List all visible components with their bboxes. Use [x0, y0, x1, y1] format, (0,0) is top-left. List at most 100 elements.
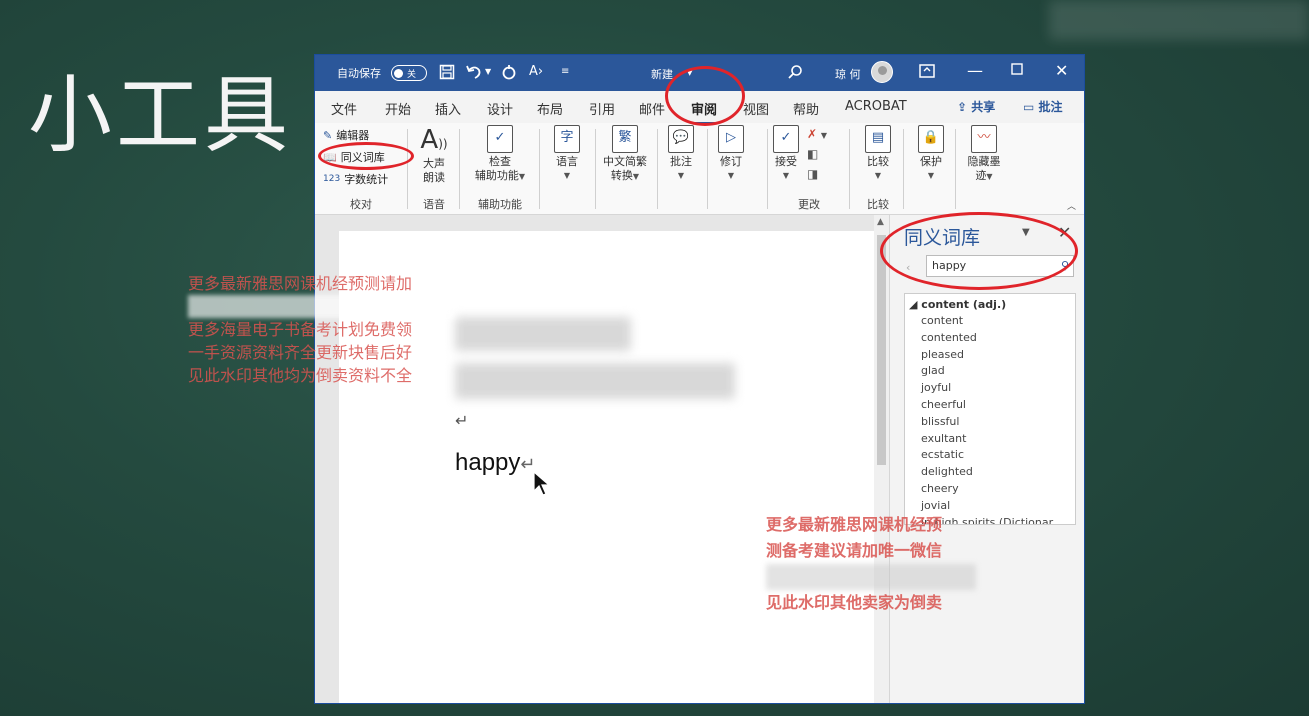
- list-item[interactable]: ecstatic: [905, 447, 1075, 464]
- check-accessibility-button[interactable]: ✓ 检查 辅助功能▼: [469, 125, 531, 184]
- vertical-scrollbar[interactable]: ▲: [874, 215, 889, 703]
- share-icon: ⇪: [957, 100, 968, 114]
- tab-help[interactable]: 帮助: [793, 99, 819, 118]
- track-changes-label: 修订: [720, 155, 742, 168]
- list-item[interactable]: delighted: [905, 464, 1075, 481]
- hide-ink-button[interactable]: 〰 隐藏墨 迹▼: [961, 125, 1007, 184]
- read-aloud-button[interactable]: A)) 大声 朗读: [415, 125, 453, 185]
- chevron-down-icon: ▼: [727, 171, 735, 180]
- synonym-group-heading[interactable]: ◢ content (adj.): [905, 296, 1075, 313]
- previous-change-icon[interactable]: ◧: [807, 147, 818, 161]
- undo-icon[interactable]: [465, 64, 483, 83]
- avatar[interactable]: [871, 61, 893, 83]
- synonym-list: ◢ content (adj.) content contented pleas…: [904, 293, 1076, 525]
- proofing-group-label: 校对: [350, 198, 372, 211]
- comments-ribbon-label: 批注: [670, 155, 692, 168]
- compare-group: ▤ 比较 ▼ 比较: [853, 123, 903, 215]
- tab-file[interactable]: 文件: [331, 99, 357, 118]
- check-label-2: 辅助功能: [474, 169, 519, 182]
- chinese-conversion-button[interactable]: 繁 中文简繁 转换▼: [599, 125, 651, 184]
- list-item[interactable]: pleased: [905, 347, 1075, 364]
- maximize-icon[interactable]: [1011, 63, 1023, 78]
- chevron-down-icon: ▼: [632, 172, 640, 181]
- word-count-label: 字数统计: [344, 173, 389, 186]
- track-changes-button[interactable]: ▷ 修订 ▼: [713, 125, 749, 183]
- chevron-down-icon: ▼: [874, 171, 882, 180]
- chinese-conversion-icon: 繁: [612, 125, 638, 153]
- watermark-line: 更多最新雅思网课机经预测请加: [188, 274, 413, 293]
- speech-group-label: 语音: [423, 198, 445, 211]
- next-change-icon[interactable]: ◨: [807, 167, 818, 181]
- language-label: 语言: [556, 155, 578, 168]
- language-button[interactable]: 字 语言 ▼: [547, 125, 587, 183]
- chevron-down-icon: ▼: [563, 171, 571, 180]
- separator: [849, 129, 850, 209]
- ribbon: ✎ 编辑器 📖 同义词库 123 字数统计 校对 A)) 大声 朗读 语音 ✓ 检查: [315, 123, 1084, 215]
- list-item[interactable]: joyful: [905, 380, 1075, 397]
- autosave-state: 关: [407, 69, 417, 80]
- hide-ink-label-1: 隐藏墨: [967, 155, 1001, 168]
- collapse-ribbon-icon[interactable]: ︿: [1067, 199, 1076, 212]
- read-aloud-qat-icon[interactable]: A›: [529, 64, 543, 80]
- reject-icon[interactable]: ✗ ▼: [807, 127, 827, 141]
- separator: [459, 129, 460, 209]
- list-item[interactable]: cheery: [905, 481, 1075, 498]
- list-item[interactable]: contented: [905, 330, 1075, 347]
- tab-references[interactable]: 引用: [589, 99, 615, 118]
- comments-ribbon-button[interactable]: 💬 批注 ▼: [663, 125, 699, 183]
- chevron-down-icon: ▼: [677, 171, 685, 180]
- autosave-toggle[interactable]: 关: [391, 65, 427, 81]
- tab-acrobat[interactable]: ACROBAT: [845, 99, 907, 114]
- minimize-icon[interactable]: —: [967, 61, 983, 80]
- tab-insert[interactable]: 插入: [435, 99, 461, 118]
- ribbon-display-icon[interactable]: [919, 64, 935, 81]
- share-label: 共享: [971, 100, 996, 114]
- watermark-left: 更多最新雅思网课机经预测请加 更多海量电子书备考计划免费领 一手资源资料齐全更新…: [188, 272, 458, 387]
- compare-button[interactable]: ▤ 比较 ▼: [861, 125, 895, 183]
- document-word: happy↵: [455, 449, 535, 477]
- watermark-blurred-line: [188, 295, 454, 318]
- user-name[interactable]: 琼 何: [835, 66, 861, 82]
- comment-icon: ▭: [1023, 100, 1035, 114]
- share-button[interactable]: ⇪ 共享: [957, 98, 995, 115]
- tab-layout[interactable]: 布局: [537, 99, 563, 118]
- search-icon[interactable]: [787, 64, 803, 83]
- close-icon[interactable]: ✕: [1055, 61, 1068, 80]
- comments-button[interactable]: ▭ 批注: [1023, 98, 1063, 115]
- editor-button[interactable]: ✎ 编辑器: [323, 127, 369, 143]
- customize-qat-icon[interactable]: ≡: [561, 66, 569, 77]
- watermark-line: 见此水印其他卖家为倒卖: [766, 593, 943, 612]
- toggle-knob: [394, 68, 403, 78]
- tab-home[interactable]: 开始: [385, 99, 411, 118]
- scrollbar-thumb[interactable]: [877, 235, 886, 465]
- blurred-text: [455, 317, 631, 351]
- tab-design[interactable]: 设计: [487, 99, 513, 118]
- compare-icon: ▤: [865, 125, 891, 153]
- separator: [657, 129, 658, 209]
- blurred-text: [455, 363, 735, 399]
- word-count-button[interactable]: 123 字数统计: [323, 171, 388, 187]
- track-changes-icon: ▷: [718, 125, 744, 153]
- tab-mailings[interactable]: 邮件: [639, 99, 665, 118]
- list-item[interactable]: exultant: [905, 431, 1075, 448]
- chevron-down-icon: ▼: [782, 171, 790, 180]
- save-icon[interactable]: [439, 64, 455, 83]
- watermark-line: 更多最新雅思网课机经预: [766, 515, 943, 534]
- word-count-icon: 123: [323, 174, 341, 184]
- accessibility-check-icon: ✓: [487, 125, 513, 153]
- accept-button[interactable]: ✓ 接受 ▼: [771, 125, 801, 183]
- list-item[interactable]: content: [905, 313, 1075, 330]
- redo-icon[interactable]: [501, 64, 517, 83]
- watermark-line: 见此水印其他均为倒卖资料不全: [188, 366, 413, 385]
- list-item[interactable]: cheerful: [905, 397, 1075, 414]
- chinese-label-1: 中文简繁: [603, 155, 647, 168]
- slide-title: 小工具: [28, 66, 293, 164]
- watermark-line: 更多海量电子书备考计划免费领: [188, 320, 413, 339]
- undo-dropdown-icon[interactable]: ▼: [485, 67, 491, 76]
- tab-view[interactable]: 视图: [743, 99, 769, 118]
- check-label-1: 检查: [489, 155, 511, 168]
- protect-button[interactable]: 🔒 保护 ▼: [911, 125, 951, 183]
- list-item[interactable]: glad: [905, 363, 1075, 380]
- scroll-up-icon[interactable]: ▲: [877, 217, 884, 227]
- list-item[interactable]: blissful: [905, 414, 1075, 431]
